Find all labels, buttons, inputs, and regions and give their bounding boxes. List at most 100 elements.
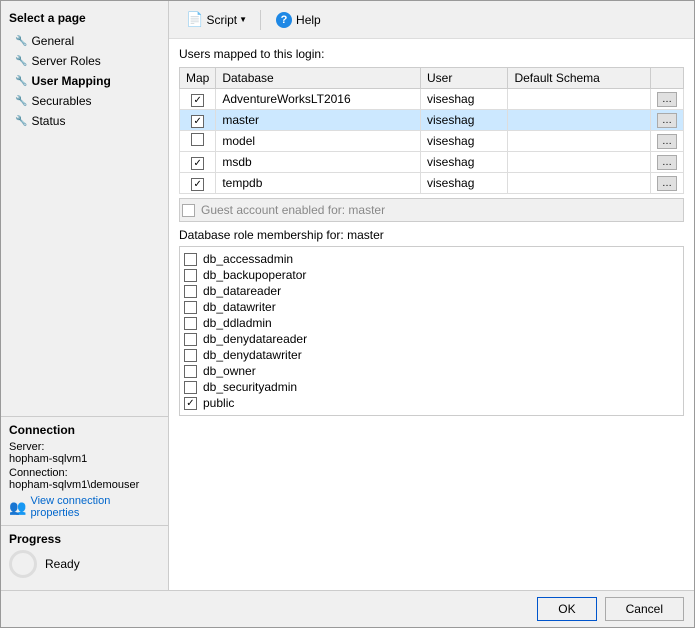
script-label: Script [206,13,237,27]
col-user: User [421,68,508,89]
role-label: db_datawriter [203,300,276,314]
progress-status: Ready [45,557,80,571]
guest-row: Guest account enabled for: master [179,198,684,222]
sidebar-item-general[interactable]: 🔧 General [1,31,168,51]
role-item: db_backupoperator [184,267,679,283]
help-label: Help [296,13,321,27]
sidebar-item-server-roles[interactable]: 🔧 Server Roles [1,51,168,71]
connection-section: Connection Server: hopham-sqlvm1 Connect… [1,416,168,525]
row-user: viseshag [421,131,508,152]
ok-button[interactable]: OK [537,597,596,621]
progress-label: Progress [9,532,160,546]
dialog-body: Select a page 🔧 General 🔧 Server Roles 🔧… [1,1,694,590]
securables-icon: 🔧 [15,96,27,107]
ellipsis-button[interactable]: … [657,134,677,149]
content-area: Users mapped to this login: Map Database… [169,39,694,590]
role-label: db_ddladmin [203,316,272,330]
script-button[interactable]: 📄 Script ▼ [179,7,254,32]
ellipsis-button[interactable]: … [657,176,677,191]
col-map: Map [180,68,216,89]
sidebar-title: Select a page [1,7,168,31]
row-schema [508,152,651,173]
server-label-text: Server: hopham-sqlvm1 [9,441,160,465]
row-user: viseshag [421,173,508,194]
role-checkbox[interactable] [184,253,197,266]
row-schema [508,89,651,110]
sidebar-item-securables[interactable]: 🔧 Securables [1,91,168,111]
role-label: db_denydatawriter [203,348,302,362]
user-mapping-icon: 🔧 [15,76,27,87]
ellipsis-button[interactable]: … [657,92,677,107]
row-checkbox[interactable] [191,178,204,191]
role-checkbox[interactable] [184,381,197,394]
script-dropdown-arrow: ▼ [239,15,247,24]
role-checkbox[interactable] [184,349,197,362]
connection-value: hopham-sqlvm1\demouser [9,479,160,491]
dialog-window: Select a page 🔧 General 🔧 Server Roles 🔧… [0,0,695,628]
view-connection-link[interactable]: 👥 View connection properties [9,495,160,519]
table-row[interactable]: modelviseshag… [180,131,684,152]
guest-label: Guest account enabled for: master [201,203,385,217]
sidebar: Select a page 🔧 General 🔧 Server Roles 🔧… [1,1,169,590]
role-checkbox[interactable] [184,285,197,298]
role-checkbox[interactable] [184,397,197,410]
row-checkbox[interactable] [191,133,204,146]
sidebar-item-label: User Mapping [31,74,110,88]
row-schema [508,131,651,152]
cancel-button[interactable]: Cancel [605,597,684,621]
toolbar-separator [260,10,261,30]
sidebar-item-status[interactable]: 🔧 Status [1,111,168,131]
role-item: db_denydatareader [184,331,679,347]
sidebar-item-user-mapping[interactable]: 🔧 User Mapping [1,71,168,91]
role-checkbox[interactable] [184,317,197,330]
table-row[interactable]: msdbviseshag … [180,152,684,173]
row-checkbox[interactable] [191,94,204,107]
view-connection-label: View connection properties [30,495,160,519]
role-item: db_denydatawriter [184,347,679,363]
sidebar-item-label: Server Roles [31,54,100,68]
help-icon: ? [276,12,292,28]
role-label: public [203,396,234,410]
role-label: db_backupoperator [203,268,306,282]
status-icon: 🔧 [15,116,27,127]
script-icon: 📄 [186,11,203,28]
role-heading: Database role membership for: master [179,228,684,242]
server-roles-icon: 🔧 [15,56,27,67]
role-list-box: db_accessadmindb_backupoperatordb_datare… [179,246,684,416]
sidebar-item-label: Status [31,114,65,128]
connection-label-text: Connection: hopham-sqlvm1\demouser [9,467,160,491]
users-table: Map Database User Default Schema Adventu… [179,67,684,194]
role-label: db_accessadmin [203,252,293,266]
row-checkbox[interactable] [191,115,204,128]
guest-checkbox[interactable] [182,204,195,217]
row-user: viseshag [421,89,508,110]
server-value: hopham-sqlvm1 [9,453,160,465]
toolbar: 📄 Script ▼ ? Help [169,1,694,39]
role-checkbox[interactable] [184,269,197,282]
role-item: public [184,395,679,411]
script-dropdown: 📄 Script ▼ [179,7,254,32]
connection-text-label: Connection: [9,467,160,479]
row-checkbox[interactable] [191,157,204,170]
role-label: db_denydatareader [203,332,307,346]
role-checkbox[interactable] [184,365,197,378]
col-actions [651,68,684,89]
table-row[interactable]: AdventureWorksLT2016viseshag… [180,89,684,110]
ellipsis-button[interactable]: … [657,155,677,170]
table-row[interactable]: tempdbviseshag… [180,173,684,194]
table-row[interactable]: masterviseshag… [180,110,684,131]
ellipsis-button[interactable]: … [657,113,677,128]
server-label: Server: [9,441,160,453]
role-checkbox[interactable] [184,301,197,314]
row-database: msdb [216,152,421,173]
col-schema: Default Schema [508,68,651,89]
sidebar-item-label: General [31,34,74,48]
main-content: 📄 Script ▼ ? Help Users mapped to this l… [169,1,694,590]
row-schema [508,173,651,194]
role-item: db_owner [184,363,679,379]
progress-spinner [9,550,37,578]
help-button[interactable]: ? Help [267,8,330,32]
row-user: viseshag [421,152,508,173]
role-item: db_datawriter [184,299,679,315]
role-checkbox[interactable] [184,333,197,346]
